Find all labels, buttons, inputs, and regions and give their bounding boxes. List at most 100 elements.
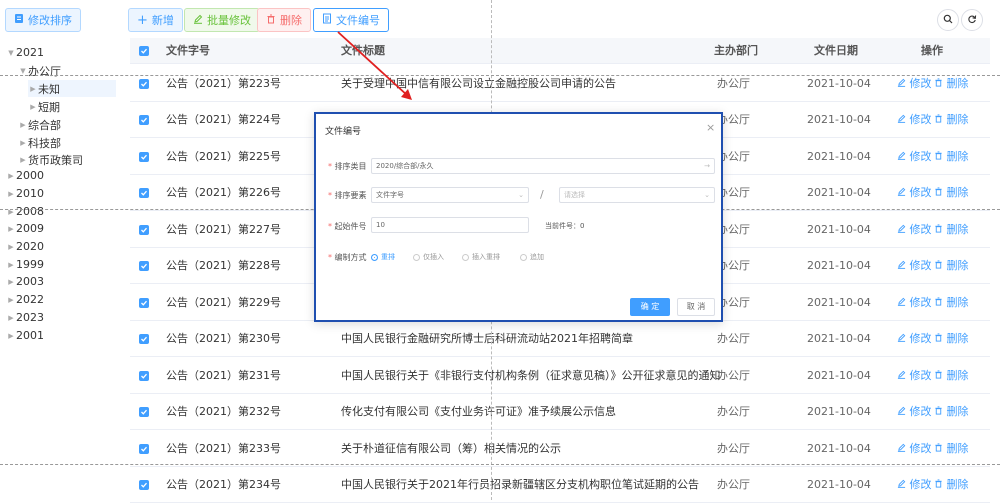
batch-edit-button[interactable]: 批量修改 bbox=[184, 8, 260, 32]
tree-node-year[interactable]: ▶ 2003 bbox=[6, 273, 44, 290]
cancel-button[interactable]: 取 消 bbox=[677, 298, 715, 316]
row-checkbox[interactable] bbox=[139, 444, 149, 454]
row-edit-label: 修改 bbox=[909, 369, 932, 382]
tree-node-year[interactable]: ▶ 2008 bbox=[6, 203, 44, 220]
row-checkbox[interactable] bbox=[139, 480, 149, 490]
tree-node-tech[interactable]: ▶ 科技部 bbox=[18, 134, 61, 151]
row-edit-button[interactable]: 修改 bbox=[897, 248, 932, 284]
tree-node-monetary[interactable]: ▶ 货币政策司 bbox=[18, 151, 83, 168]
row-delete-button[interactable]: 删除 bbox=[934, 175, 969, 211]
plus-icon: + bbox=[137, 12, 148, 28]
cell-docno: 公告（2021）第223号 bbox=[166, 77, 281, 90]
header-docno[interactable]: 文件字号 bbox=[166, 38, 210, 64]
edit-icon bbox=[897, 114, 906, 123]
edit-icon bbox=[897, 224, 906, 233]
row-edit-button[interactable]: 修改 bbox=[897, 285, 932, 321]
row-edit-button[interactable]: 修改 bbox=[897, 394, 932, 430]
row-edit-button[interactable]: 修改 bbox=[897, 102, 932, 138]
row-checkbox[interactable] bbox=[139, 225, 149, 235]
tree-node-label: 2001 bbox=[16, 329, 44, 342]
row-delete-button[interactable]: 删除 bbox=[934, 212, 969, 248]
tree-node-year[interactable]: ▶ 1999 bbox=[6, 256, 44, 273]
row-delete-button[interactable]: 删除 bbox=[934, 321, 969, 357]
tree-node-general[interactable]: ▶ 综合部 bbox=[18, 116, 61, 133]
row-checkbox[interactable] bbox=[139, 371, 149, 381]
row-checkbox[interactable] bbox=[139, 79, 149, 89]
tree-node-label: 1999 bbox=[16, 258, 44, 271]
delete-button[interactable]: 删除 bbox=[257, 8, 311, 32]
table-row[interactable]: 公告（2021）第234号 中国人民银行关于2021年行员招录新疆辖区分支机构职位… bbox=[130, 467, 990, 503]
tree-node-unknown[interactable]: ▶ 未知 bbox=[28, 80, 116, 97]
row-edit-button[interactable]: 修改 bbox=[897, 321, 932, 357]
element-select[interactable]: 文件字号 ⌄ bbox=[371, 187, 529, 203]
row-edit-button[interactable]: 修改 bbox=[897, 467, 932, 503]
tree-node-label: 短期 bbox=[38, 100, 60, 114]
row-delete-label: 删除 bbox=[946, 405, 969, 418]
row-edit-button[interactable]: 修改 bbox=[897, 175, 932, 211]
row-edit-label: 修改 bbox=[909, 442, 932, 455]
tree-node-label: 2009 bbox=[16, 222, 44, 235]
tree-node-office[interactable]: ▼ 办公厅 bbox=[18, 62, 61, 79]
row-delete-button[interactable]: 删除 bbox=[934, 394, 969, 430]
tree-node-2021[interactable]: ▼ 2021 bbox=[6, 44, 44, 61]
header-date[interactable]: 文件日期 bbox=[814, 38, 858, 64]
row-checkbox[interactable] bbox=[139, 152, 149, 162]
tree-node-year[interactable]: ▶ 2022 bbox=[6, 291, 44, 308]
category-value: 2020/综合部/永久 bbox=[376, 162, 434, 170]
confirm-button[interactable]: 确 定 bbox=[630, 298, 670, 316]
row-delete-button[interactable]: 删除 bbox=[934, 431, 969, 467]
row-delete-button[interactable]: 删除 bbox=[934, 358, 969, 394]
row-checkbox[interactable] bbox=[139, 298, 149, 308]
tree-node-year[interactable]: ▶ 2009 bbox=[6, 220, 44, 237]
select-all-checkbox[interactable] bbox=[139, 46, 149, 56]
trash-icon bbox=[935, 78, 942, 87]
row-edit-button[interactable]: 修改 bbox=[897, 139, 932, 175]
mode-radio-insert-only[interactable]: 仅插入 bbox=[413, 252, 444, 262]
tree-node-shortterm[interactable]: ▶ 短期 bbox=[28, 98, 60, 115]
delete-button-label: 删除 bbox=[280, 14, 302, 27]
table-row[interactable]: 公告（2021）第231号 中国人民银行关于《非银行支付机构条例（征求意见稿）》公… bbox=[130, 358, 990, 394]
row-checkbox[interactable] bbox=[139, 188, 149, 198]
table-row[interactable]: 公告（2021）第232号 传化支付有限公司《支付业务许可证》准予续展公示信息 办公… bbox=[130, 394, 990, 430]
refresh-button[interactable] bbox=[961, 9, 983, 31]
row-delete-button[interactable]: 删除 bbox=[934, 285, 969, 321]
add-button[interactable]: + 新增 bbox=[128, 8, 183, 32]
sort-button[interactable]: 修改排序 bbox=[5, 8, 81, 32]
row-edit-button[interactable]: 修改 bbox=[897, 431, 932, 467]
row-edit-button[interactable]: 修改 bbox=[897, 212, 932, 248]
row-delete-label: 删除 bbox=[946, 150, 969, 163]
tree-node-year[interactable]: ▶ 2010 bbox=[6, 185, 44, 202]
tree-node-year[interactable]: ▶ 2000 bbox=[6, 167, 44, 184]
table-row[interactable]: 公告（2021）第233号 关于朴道征信有限公司（筹）相关情况的公示 办公厅 2021… bbox=[130, 431, 990, 467]
header-dept[interactable]: 主办部门 bbox=[714, 38, 758, 64]
cell-date: 2021-10-04 bbox=[807, 369, 871, 382]
row-delete-button[interactable]: 删除 bbox=[934, 102, 969, 138]
close-icon[interactable]: × bbox=[706, 121, 715, 134]
tree-node-year[interactable]: ▶ 2001 bbox=[6, 327, 44, 344]
row-checkbox[interactable] bbox=[139, 334, 149, 344]
mode-radio-append[interactable]: 追加 bbox=[520, 252, 544, 262]
category-input[interactable]: 2020/综合部/永久 → bbox=[371, 158, 715, 174]
row-delete-button[interactable]: 删除 bbox=[934, 66, 969, 102]
table-row[interactable]: 公告（2021）第223号 关于受理中国中信有限公司设立金融控股公司申请的公告 办公… bbox=[130, 66, 990, 102]
row-delete-button[interactable]: 删除 bbox=[934, 248, 969, 284]
tree-node-label: 2003 bbox=[16, 275, 44, 288]
mode-radio-insert-rearrange[interactable]: 插入重排 bbox=[462, 252, 500, 262]
mode-radio-rearrange[interactable]: 重排 bbox=[371, 252, 395, 262]
row-checkbox[interactable] bbox=[139, 407, 149, 417]
row-edit-button[interactable]: 修改 bbox=[897, 66, 932, 102]
tree-node-year[interactable]: ▶ 2023 bbox=[6, 309, 44, 326]
row-delete-button[interactable]: 删除 bbox=[934, 139, 969, 175]
tree-node-year[interactable]: ▶ 2020 bbox=[6, 238, 44, 255]
row-checkbox[interactable] bbox=[139, 115, 149, 125]
table-row[interactable]: 公告（2021）第230号 中国人民银行金融研究所博士后科研流动站2021年招聘简… bbox=[130, 321, 990, 357]
search-button[interactable] bbox=[937, 9, 959, 31]
element-secondary-select[interactable]: 请选择 ⌄ bbox=[559, 187, 715, 203]
row-edit-button[interactable]: 修改 bbox=[897, 358, 932, 394]
row-delete-button[interactable]: 删除 bbox=[934, 467, 969, 503]
start-number-input[interactable]: 10 bbox=[371, 217, 529, 233]
batch-edit-button-label: 批量修改 bbox=[207, 14, 251, 27]
row-checkbox[interactable] bbox=[139, 261, 149, 271]
row-edit-label: 修改 bbox=[909, 77, 932, 90]
row-delete-label: 删除 bbox=[946, 223, 969, 236]
